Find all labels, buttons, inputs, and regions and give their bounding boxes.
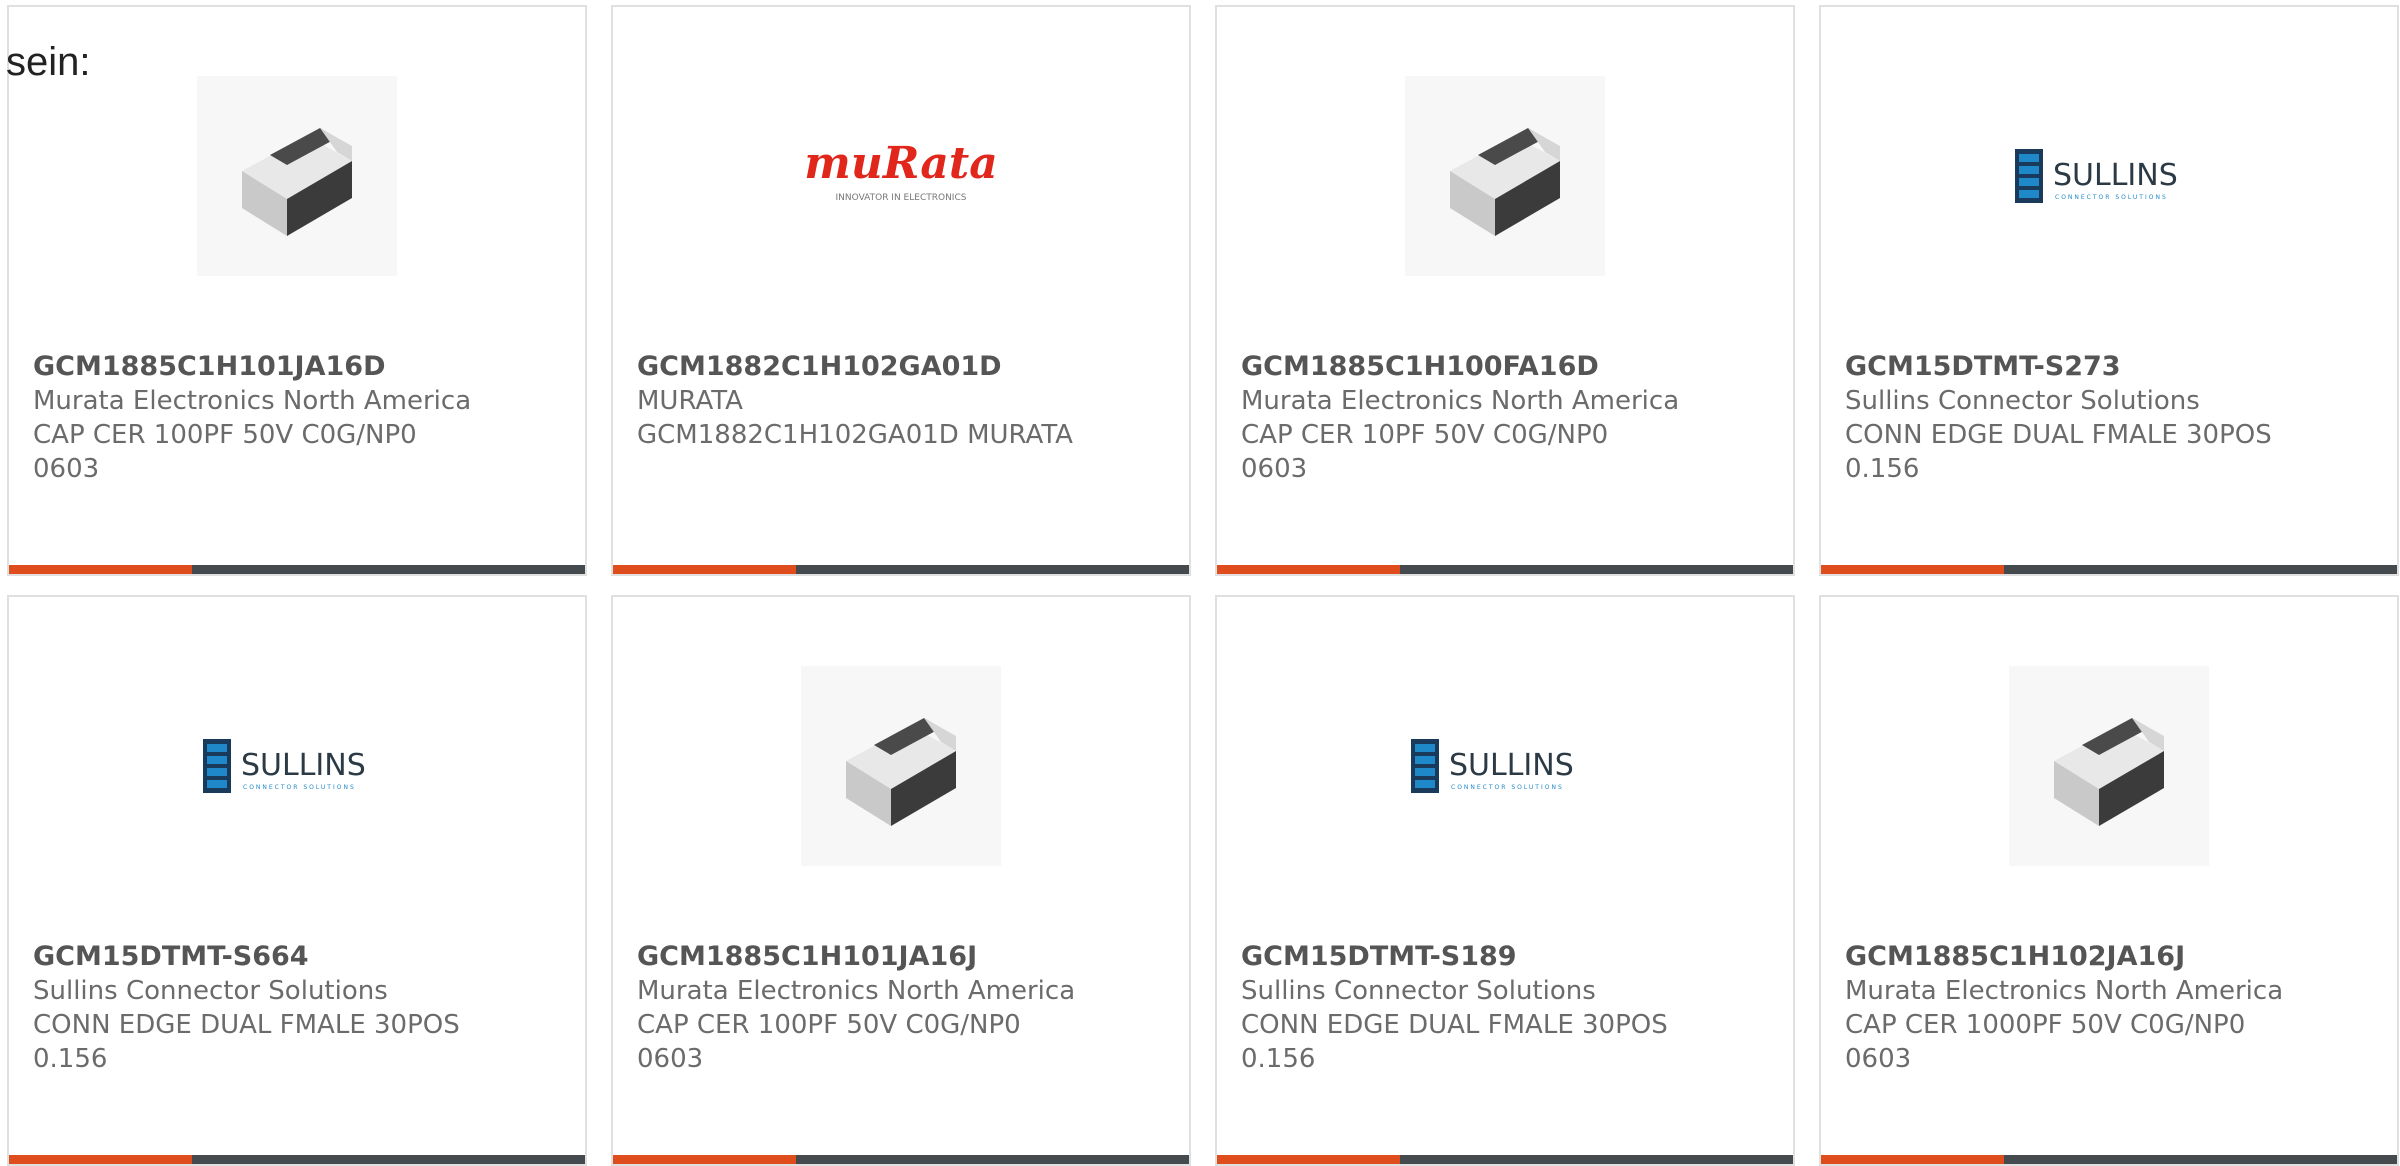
part-number-link[interactable]: GCM1885C1H102JA16J <box>1845 940 2377 974</box>
description-package: 0603 <box>1845 1044 1912 1074</box>
description: CONN EDGE DUAL FMALE 30POS <box>33 1010 460 1040</box>
description: CAP CER 100PF 50V C0G/NP0 <box>33 420 417 450</box>
description-package: 0.156 <box>1845 454 1920 484</box>
murata-logo-tagline: INNOVATOR IN ELECTRONICS <box>836 193 967 203</box>
murata-logo: muRata INNOVATOR IN ELECTRONICS <box>801 76 1001 276</box>
manufacturer: Murata Electronics North America <box>1241 386 1680 416</box>
product-card[interactable]: GCM1885C1H100FA16D Murata Electronics No… <box>1215 5 1795 576</box>
product-card[interactable]: SULLINS CONNECTOR SOLUTIONS GCM15DTMT-S2… <box>1819 5 2399 576</box>
capacitor-chip-icon <box>801 666 1001 866</box>
product-card[interactable]: SULLINS CONNECTOR SOLUTIONS GCM15DTMT-S1… <box>1215 595 1795 1166</box>
part-number-link[interactable]: GCM15DTMT-S273 <box>1845 350 2377 384</box>
product-card[interactable]: GCM1885C1H101JA16J Murata Electronics No… <box>611 595 1191 1166</box>
sullins-logo-text: SULLINS <box>2053 158 2178 193</box>
card-footer-bar <box>9 1155 585 1164</box>
sullins-logo-tagline: CONNECTOR SOLUTIONS <box>243 784 356 791</box>
description: CONN EDGE DUAL FMALE 30POS <box>1845 420 2272 450</box>
product-card[interactable]: muRata INNOVATOR IN ELECTRONICS GCM1882C… <box>611 5 1191 576</box>
sullins-logo: SULLINS CONNECTOR SOLUTIONS <box>1405 666 1605 866</box>
product-card[interactable]: SULLINS CONNECTOR SOLUTIONS GCM15DTMT-S6… <box>7 595 587 1166</box>
manufacturer: Murata Electronics North America <box>33 386 472 416</box>
product-grid: GCM1885C1H101JA16D Murata Electronics No… <box>0 0 2400 1166</box>
product-card[interactable]: GCM1885C1H101JA16D Murata Electronics No… <box>7 5 587 576</box>
sullins-logo-text: SULLINS <box>1449 748 1574 783</box>
part-number-link[interactable]: GCM15DTMT-S189 <box>1241 940 1773 974</box>
manufacturer: Murata Electronics North America <box>637 976 1076 1006</box>
manufacturer: Sullins Connector Solutions <box>33 976 388 1006</box>
capacitor-chip-icon <box>1405 76 1605 276</box>
intro-text: sein: <box>6 40 91 84</box>
card-footer-bar <box>1217 1155 1793 1164</box>
sullins-logo: SULLINS CONNECTOR SOLUTIONS <box>197 666 397 866</box>
card-footer-bar <box>1821 1155 2397 1164</box>
murata-logo-text: muRata <box>804 138 997 189</box>
description-package: 0603 <box>637 1044 704 1074</box>
description: CAP CER 10PF 50V C0G/NP0 <box>1241 420 1609 450</box>
sullins-logo-tagline: CONNECTOR SOLUTIONS <box>2055 194 2168 201</box>
description: CAP CER 100PF 50V C0G/NP0 <box>637 1010 1021 1040</box>
card-footer-bar <box>1217 565 1793 574</box>
description-package: 0603 <box>33 454 100 484</box>
description: GCM1882C1H102GA01D MURATA <box>637 420 1073 450</box>
card-footer-bar <box>613 1155 1189 1164</box>
description-package: 0.156 <box>1241 1044 1316 1074</box>
manufacturer: MURATA <box>637 386 743 416</box>
part-number-link[interactable]: GCM1885C1H101JA16J <box>637 940 1169 974</box>
sullins-logo-text: SULLINS <box>241 748 366 783</box>
description: CAP CER 1000PF 50V C0G/NP0 <box>1845 1010 2246 1040</box>
description: CONN EDGE DUAL FMALE 30POS <box>1241 1010 1668 1040</box>
description-package: 0603 <box>1241 454 1308 484</box>
sullins-logo: SULLINS CONNECTOR SOLUTIONS <box>2009 76 2209 276</box>
card-footer-bar <box>1821 565 2397 574</box>
sullins-logo-tagline: CONNECTOR SOLUTIONS <box>1451 784 1564 791</box>
capacitor-chip-icon <box>197 76 397 276</box>
description-package: 0.156 <box>33 1044 108 1074</box>
part-number-link[interactable]: GCM1882C1H102GA01D <box>637 350 1169 384</box>
part-number-link[interactable]: GCM1885C1H101JA16D <box>33 350 565 384</box>
capacitor-chip-icon <box>2009 666 2209 866</box>
part-number-link[interactable]: GCM15DTMT-S664 <box>33 940 565 974</box>
part-number-link[interactable]: GCM1885C1H100FA16D <box>1241 350 1773 384</box>
product-card[interactable]: GCM1885C1H102JA16J Murata Electronics No… <box>1819 595 2399 1166</box>
manufacturer: Murata Electronics North America <box>1845 976 2284 1006</box>
manufacturer: Sullins Connector Solutions <box>1845 386 2200 416</box>
card-footer-bar <box>613 565 1189 574</box>
manufacturer: Sullins Connector Solutions <box>1241 976 1596 1006</box>
card-footer-bar <box>9 565 585 574</box>
